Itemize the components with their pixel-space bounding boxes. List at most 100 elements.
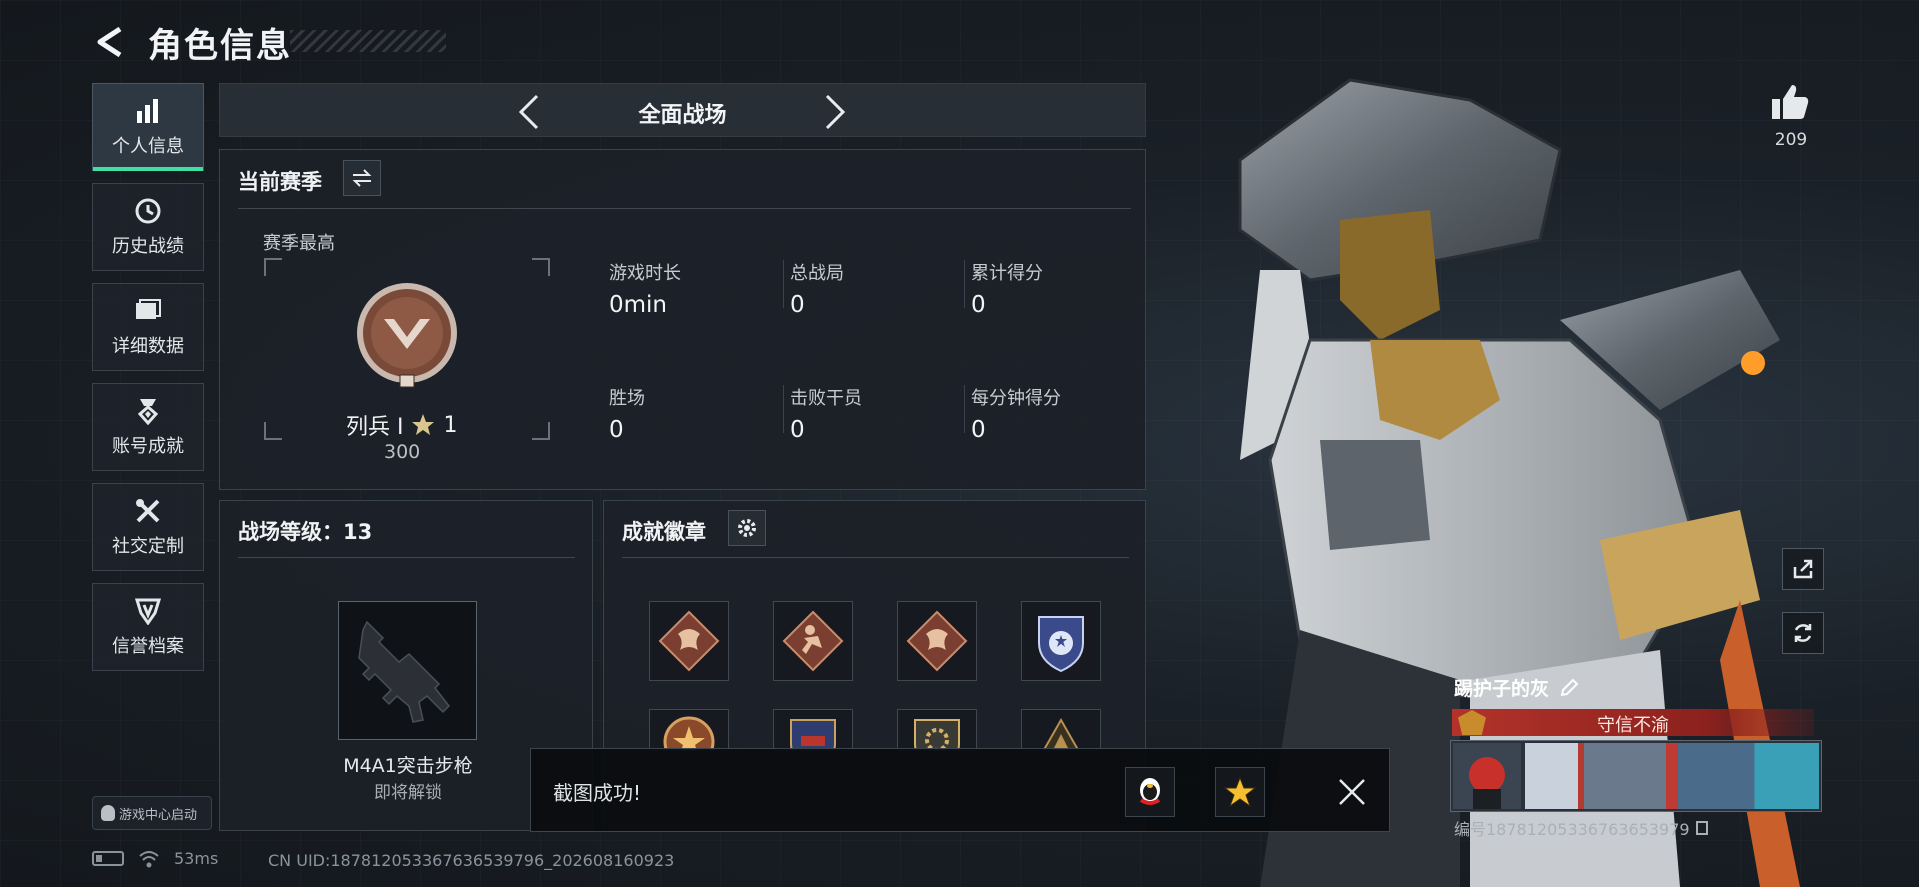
divider: [238, 557, 575, 558]
refresh-button[interactable]: [1782, 612, 1824, 654]
battlefield-level-title: 战场等级：13: [238, 520, 373, 544]
toast-message: 截图成功!: [553, 781, 642, 805]
chevron-right-icon: [825, 94, 846, 130]
close-icon: [1339, 779, 1365, 805]
bar-chart-icon: [133, 96, 163, 126]
screenshot-toast: 截图成功!: [530, 748, 1390, 832]
like-count: 209: [1774, 130, 1808, 150]
weapon-unlock-status: 即将解锁: [374, 783, 442, 803]
status-bar: 53ms: [92, 849, 218, 868]
shield-badge-icon: [790, 719, 836, 750]
credit-text: 守信不渝: [1597, 715, 1669, 736]
share-qzone-button[interactable]: [1215, 767, 1265, 817]
sidebar-item-label: 个人信息: [112, 136, 184, 157]
refresh-icon: [1794, 624, 1812, 642]
achievement-badge[interactable]: [773, 601, 853, 681]
edit-icon[interactable]: [1559, 678, 1579, 698]
season-title: 当前赛季: [238, 170, 322, 194]
avatar: [1453, 743, 1521, 809]
switch-season-button[interactable]: [343, 160, 381, 196]
achievement-badge[interactable]: [897, 709, 977, 751]
page-title: 角色信息: [148, 26, 292, 66]
sidebar-item-label: 社交定制: [112, 536, 184, 557]
achievement-badge[interactable]: [773, 709, 853, 751]
thumbs-up-icon: [1772, 85, 1809, 119]
game-center-button[interactable]: 游戏中心启动: [92, 796, 212, 830]
next-mode-button[interactable]: [815, 92, 855, 132]
sidebar-item-label: 历史战绩: [112, 236, 184, 257]
rank-score: 300: [384, 441, 421, 463]
stat-value-total-score: 0: [971, 292, 986, 318]
like-button[interactable]: [1768, 80, 1812, 124]
mode-selector: 全面战场: [219, 83, 1146, 137]
sidebar-item-label: 账号成就: [112, 436, 184, 457]
rank-badge-icon: [354, 283, 460, 389]
stat-value-score-per-minute: 0: [971, 417, 986, 443]
divider: [964, 385, 965, 433]
tools-icon: [133, 496, 163, 526]
mode-title: 全面战场: [638, 103, 727, 128]
copy-icon[interactable]: [1695, 821, 1708, 835]
achievements-title: 成就徽章: [622, 520, 706, 544]
gear-icon: [738, 519, 756, 537]
star-icon: [1224, 776, 1256, 808]
credit-banner: 守信不渝: [1452, 709, 1814, 736]
stat-label-kills: 击败干员: [790, 388, 862, 409]
folder-icon: [133, 296, 163, 326]
sidebar-item-social[interactable]: 社交定制: [92, 483, 204, 571]
sidebar-item-match-history[interactable]: 历史战绩: [92, 183, 204, 271]
wifi-icon: [139, 850, 159, 867]
rank-name-text: 列兵 Ⅰ: [346, 415, 404, 440]
player-name: 踢护子的灰: [1454, 674, 1579, 701]
divider: [783, 385, 784, 433]
share-qq-button[interactable]: [1125, 767, 1175, 817]
sidebar-item-credit-record[interactable]: 信誉档案: [92, 583, 204, 671]
divider: [964, 260, 965, 308]
sidebar-item-label: 信誉档案: [112, 636, 184, 657]
stat-value-kills: 0: [790, 417, 805, 443]
achievement-badge[interactable]: [1021, 601, 1101, 681]
shield-icon: [133, 596, 163, 626]
sidebar-item-personal-info[interactable]: 个人信息: [92, 83, 204, 171]
weapon-name: M4A1突击步枪: [343, 755, 473, 777]
weapon-unlock-card[interactable]: [338, 601, 477, 740]
close-toast-button[interactable]: [1331, 771, 1373, 813]
season-best-label: 赛季最高: [263, 233, 335, 254]
sidebar-item-detailed-data[interactable]: 详细数据: [92, 283, 204, 371]
achievement-badge[interactable]: [649, 709, 729, 751]
stat-value-total-matches: 0: [790, 292, 805, 318]
stat-value-wins: 0: [609, 417, 624, 443]
achievement-badge[interactable]: [1021, 709, 1101, 751]
share-button[interactable]: [1782, 548, 1824, 590]
rifle-icon: [358, 620, 450, 723]
achievement-settings-button[interactable]: [728, 510, 766, 546]
divider: [238, 208, 1131, 209]
stat-label-total-score: 累计得分: [971, 263, 1043, 284]
stat-label-play-time: 游戏时长: [609, 263, 681, 284]
banner-art: [1525, 743, 1819, 809]
triangle-badge-icon: [1042, 717, 1080, 750]
ping-value: 53ms: [174, 849, 219, 868]
back-button[interactable]: [92, 22, 126, 62]
clock-icon: [133, 196, 163, 226]
game-center-label: 游戏中心启动: [119, 807, 198, 823]
achievement-badge[interactable]: [649, 601, 729, 681]
player-banner[interactable]: [1450, 740, 1822, 812]
stat-value-play-time: 0min: [609, 292, 668, 318]
player-name-text: 踢护子的灰: [1454, 678, 1550, 700]
uid-text: CN UID:18781205336763653979​6_2026081609…: [268, 851, 675, 870]
stat-label-score-per-minute: 每分钟得分: [971, 388, 1061, 409]
card-id: 编号18781205336763653979: [1454, 816, 1708, 840]
stat-label-total-matches: 总战局: [790, 263, 844, 284]
rank-stars: 1: [443, 412, 458, 438]
shield-star-badge-icon: [1038, 616, 1084, 673]
achievement-badge[interactable]: [897, 601, 977, 681]
gear-badge-icon: [914, 719, 960, 750]
share-icon: [1793, 559, 1813, 579]
battery-icon: [92, 851, 124, 866]
star-emblem-badge-icon: [663, 716, 715, 750]
runner-badge-icon: [782, 610, 844, 672]
swap-icon: [352, 169, 372, 187]
sidebar-item-achievements[interactable]: 账号成就: [92, 383, 204, 471]
qq-icon: [101, 805, 115, 821]
